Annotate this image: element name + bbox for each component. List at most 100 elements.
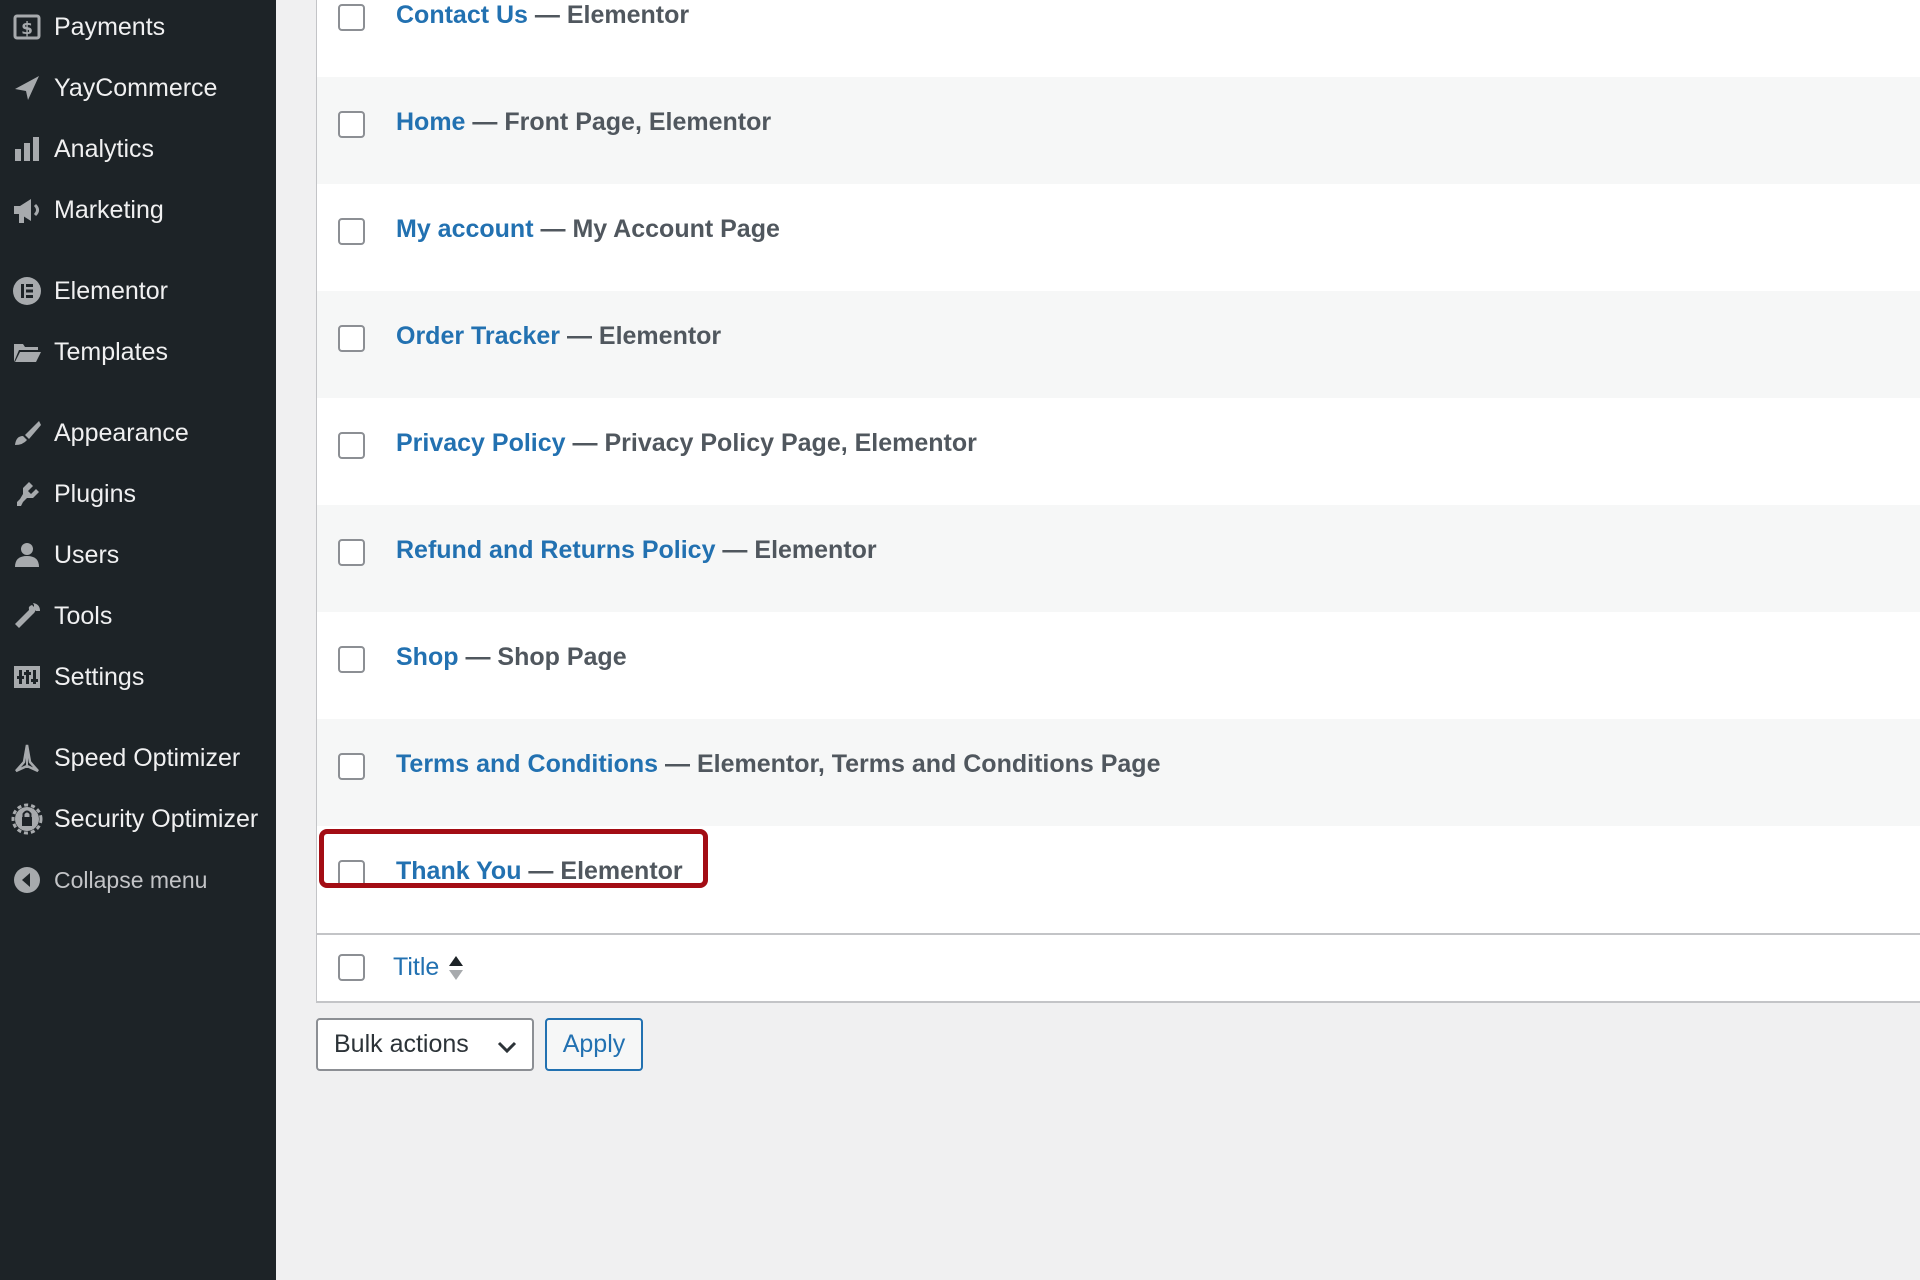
row-checkbox[interactable] <box>338 539 365 566</box>
table-row: Contact Us — Elementor <box>317 0 1920 77</box>
sidebar-item-plugins[interactable]: Plugins <box>0 467 276 521</box>
row-sep: — <box>458 643 498 671</box>
page-title-link[interactable]: Privacy Policy <box>396 429 566 457</box>
page-title-link[interactable]: Order Tracker <box>396 322 560 350</box>
sidebar-item-templates[interactable]: Templates <box>0 325 276 379</box>
table-row: Shop — Shop Page <box>317 612 1920 719</box>
collapse-icon <box>0 853 54 907</box>
row-sep: — <box>715 536 755 564</box>
collapse-menu-label: Collapse menu <box>54 866 208 893</box>
table-row: Thank You — Elementor <box>317 826 1920 933</box>
sidebar-item-label: Payments <box>54 12 166 41</box>
page-state: Elementor <box>754 536 877 564</box>
row-title: Refund and Returns Policy — Elementor <box>396 536 877 565</box>
bulk-actions-select[interactable]: Bulk actions <box>316 1018 534 1071</box>
table-footer: Title <box>317 933 1920 1003</box>
page-title-link[interactable]: Refund and Returns Policy <box>396 536 715 564</box>
row-sep: — <box>533 215 573 243</box>
page-title-link[interactable]: Contact Us <box>396 1 528 29</box>
table-row: Privacy Policy — Privacy Policy Page, El… <box>317 398 1920 505</box>
page-title-link[interactable]: Terms and Conditions <box>396 750 658 778</box>
row-sep: — <box>521 857 561 885</box>
page-title-link[interactable]: Thank You <box>396 857 521 885</box>
sidebar-item-label: Templates <box>54 337 168 366</box>
sidebar-item-appearance[interactable]: Appearance <box>0 406 276 460</box>
sidebar-item-label: Analytics <box>54 134 155 163</box>
title-column-sort[interactable]: Title <box>393 953 465 982</box>
security-optimizer-icon <box>0 792 54 846</box>
table-row: Home — Front Page, Elementor <box>317 77 1920 184</box>
row-checkbox[interactable] <box>338 753 365 780</box>
bulk-actions-value: Bulk actions <box>334 1030 469 1058</box>
sidebar-item-users[interactable]: Users <box>0 528 276 582</box>
page-title-link[interactable]: My account <box>396 215 534 243</box>
settings-icon <box>0 650 54 704</box>
page-state: Elementor <box>566 1 690 29</box>
admin-sidebar: $ Payments YayCommerce Analytics Marketi… <box>0 0 276 1280</box>
row-sep: — <box>560 322 599 350</box>
collapse-menu-button[interactable]: Collapse menu <box>0 853 276 907</box>
users-icon <box>0 528 54 582</box>
sidebar-item-speed-optimizer[interactable]: Speed Optimizer <box>0 731 276 785</box>
sidebar-item-payments[interactable]: $ Payments <box>0 0 276 54</box>
apply-button[interactable]: Apply <box>545 1018 643 1071</box>
appearance-icon <box>0 406 54 460</box>
sidebar-item-marketing[interactable]: Marketing <box>0 183 276 237</box>
row-title: Privacy Policy — Privacy Policy Page, El… <box>396 429 977 458</box>
svg-text:$: $ <box>21 19 33 39</box>
row-sep: — <box>527 1 567 29</box>
row-checkbox[interactable] <box>338 4 365 31</box>
pages-list-table: Contact Us — Elementor Home — Front Page… <box>316 0 1920 1003</box>
sidebar-item-tools[interactable]: Tools <box>0 589 276 643</box>
page-state: Privacy Policy Page, Elementor <box>604 429 977 457</box>
select-all-checkbox[interactable] <box>338 954 365 981</box>
sidebar-item-label: Tools <box>54 601 113 630</box>
sidebar-item-settings[interactable]: Settings <box>0 650 276 704</box>
page-state: Front Page, Elementor <box>504 108 772 136</box>
sidebar-item-label: Settings <box>54 662 145 691</box>
table-row: Terms and Conditions — Elementor, Terms … <box>317 719 1920 826</box>
row-checkbox[interactable] <box>338 218 365 245</box>
row-title: Thank You — Elementor <box>396 857 683 886</box>
sort-arrows-icon <box>449 955 464 980</box>
table-row: Order Tracker — Elementor <box>317 291 1920 398</box>
row-title: My account — My Account Page <box>396 215 780 244</box>
chevron-down-icon <box>497 1041 517 1054</box>
sidebar-item-label: Marketing <box>54 195 164 224</box>
page-state: Elementor <box>560 857 683 885</box>
analytics-icon <box>0 122 54 176</box>
sidebar-item-label: Security Optimizer <box>54 804 259 833</box>
row-checkbox[interactable] <box>338 432 365 459</box>
marketing-icon <box>0 183 54 237</box>
sidebar-item-analytics[interactable]: Analytics <box>0 122 276 176</box>
sidebar-item-label: Speed Optimizer <box>54 743 241 772</box>
sidebar-item-elementor[interactable]: Elementor <box>0 264 276 318</box>
payments-icon: $ <box>0 0 54 54</box>
page-title-link[interactable]: Shop <box>396 643 459 671</box>
row-sep: — <box>658 750 697 778</box>
page-state: Shop Page <box>497 643 627 671</box>
sidebar-item-label: Elementor <box>54 276 168 305</box>
page-title-link[interactable]: Home <box>396 108 465 136</box>
title-column-label: Title <box>393 953 440 981</box>
speed-optimizer-icon <box>0 731 54 785</box>
templates-icon <box>0 325 54 379</box>
yaycommerce-icon <box>0 61 54 115</box>
row-title: Shop — Shop Page <box>396 643 627 672</box>
sidebar-item-label: Plugins <box>54 479 136 508</box>
page-state: My Account Page <box>572 215 780 243</box>
sidebar-item-security-optimizer[interactable]: Security Optimizer <box>0 792 276 846</box>
table-row: My account — My Account Page <box>317 184 1920 291</box>
row-checkbox[interactable] <box>338 646 365 673</box>
row-checkbox[interactable] <box>338 111 365 138</box>
page-state: Elementor <box>598 322 722 350</box>
sidebar-item-yaycommerce[interactable]: YayCommerce <box>0 61 276 115</box>
row-title: Contact Us — Elementor <box>396 1 689 30</box>
row-checkbox[interactable] <box>338 860 365 887</box>
sidebar-item-label: YayCommerce <box>54 73 218 102</box>
sidebar-item-label: Appearance <box>54 418 189 447</box>
row-title: Home — Front Page, Elementor <box>396 108 771 137</box>
table-row: Refund and Returns Policy — Elementor <box>317 505 1920 612</box>
row-title: Terms and Conditions — Elementor, Terms … <box>396 750 1160 779</box>
row-checkbox[interactable] <box>338 325 365 352</box>
